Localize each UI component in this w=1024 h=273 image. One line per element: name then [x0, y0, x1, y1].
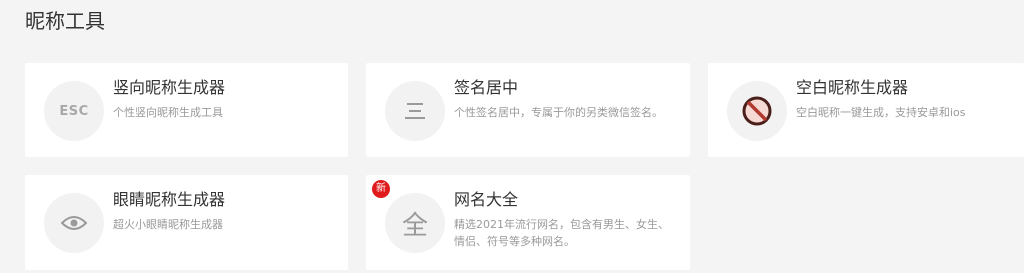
menu-lines-icon: [385, 81, 445, 141]
card-title[interactable]: 眼睛昵称生成器: [113, 189, 225, 211]
card-title[interactable]: 网名大全: [454, 189, 518, 211]
page-title: 昵称工具: [25, 9, 105, 33]
card-title[interactable]: 空白昵称生成器: [796, 77, 908, 99]
quan-character-icon: 全: [385, 193, 445, 253]
tool-card-nickname-collection[interactable]: 新 全 网名大全 精选2021年流行网名，包含有男生、女生、情侣、符号等多种网名…: [366, 175, 690, 270]
tool-card-center-signature[interactable]: 签名居中 个性签名居中，专属于你的另类微信签名。: [366, 63, 690, 157]
card-description: 空白昵称一键生成，支持安卓和ios: [796, 106, 966, 119]
card-description: 超火小眼睛昵称生成器: [113, 218, 223, 231]
tool-card-eye-nickname[interactable]: 眼睛昵称生成器 超火小眼睛昵称生成器: [25, 175, 348, 270]
card-description: 个性竖向昵称生成工具: [113, 106, 223, 119]
tool-card-blank-nickname[interactable]: 空白昵称生成器 空白昵称一键生成，支持安卓和ios: [708, 63, 1024, 157]
esc-icon: ESC: [44, 81, 104, 141]
card-title[interactable]: 签名居中: [454, 77, 518, 99]
tool-card-vertical-nickname[interactable]: ESC 竖向昵称生成器 个性竖向昵称生成工具: [25, 63, 348, 157]
eye-icon: [44, 193, 104, 253]
quan-character-label: 全: [401, 210, 428, 241]
new-badge: 新: [372, 180, 390, 198]
card-title[interactable]: 竖向昵称生成器: [113, 77, 225, 99]
esc-icon-label: ESC: [59, 103, 89, 119]
card-description: 个性签名居中，专属于你的另类微信签名。: [454, 106, 663, 119]
card-description: 精选2021年流行网名，包含有男生、女生、情侣、符号等多种网名。: [454, 218, 669, 248]
prohibited-icon: [727, 81, 787, 141]
